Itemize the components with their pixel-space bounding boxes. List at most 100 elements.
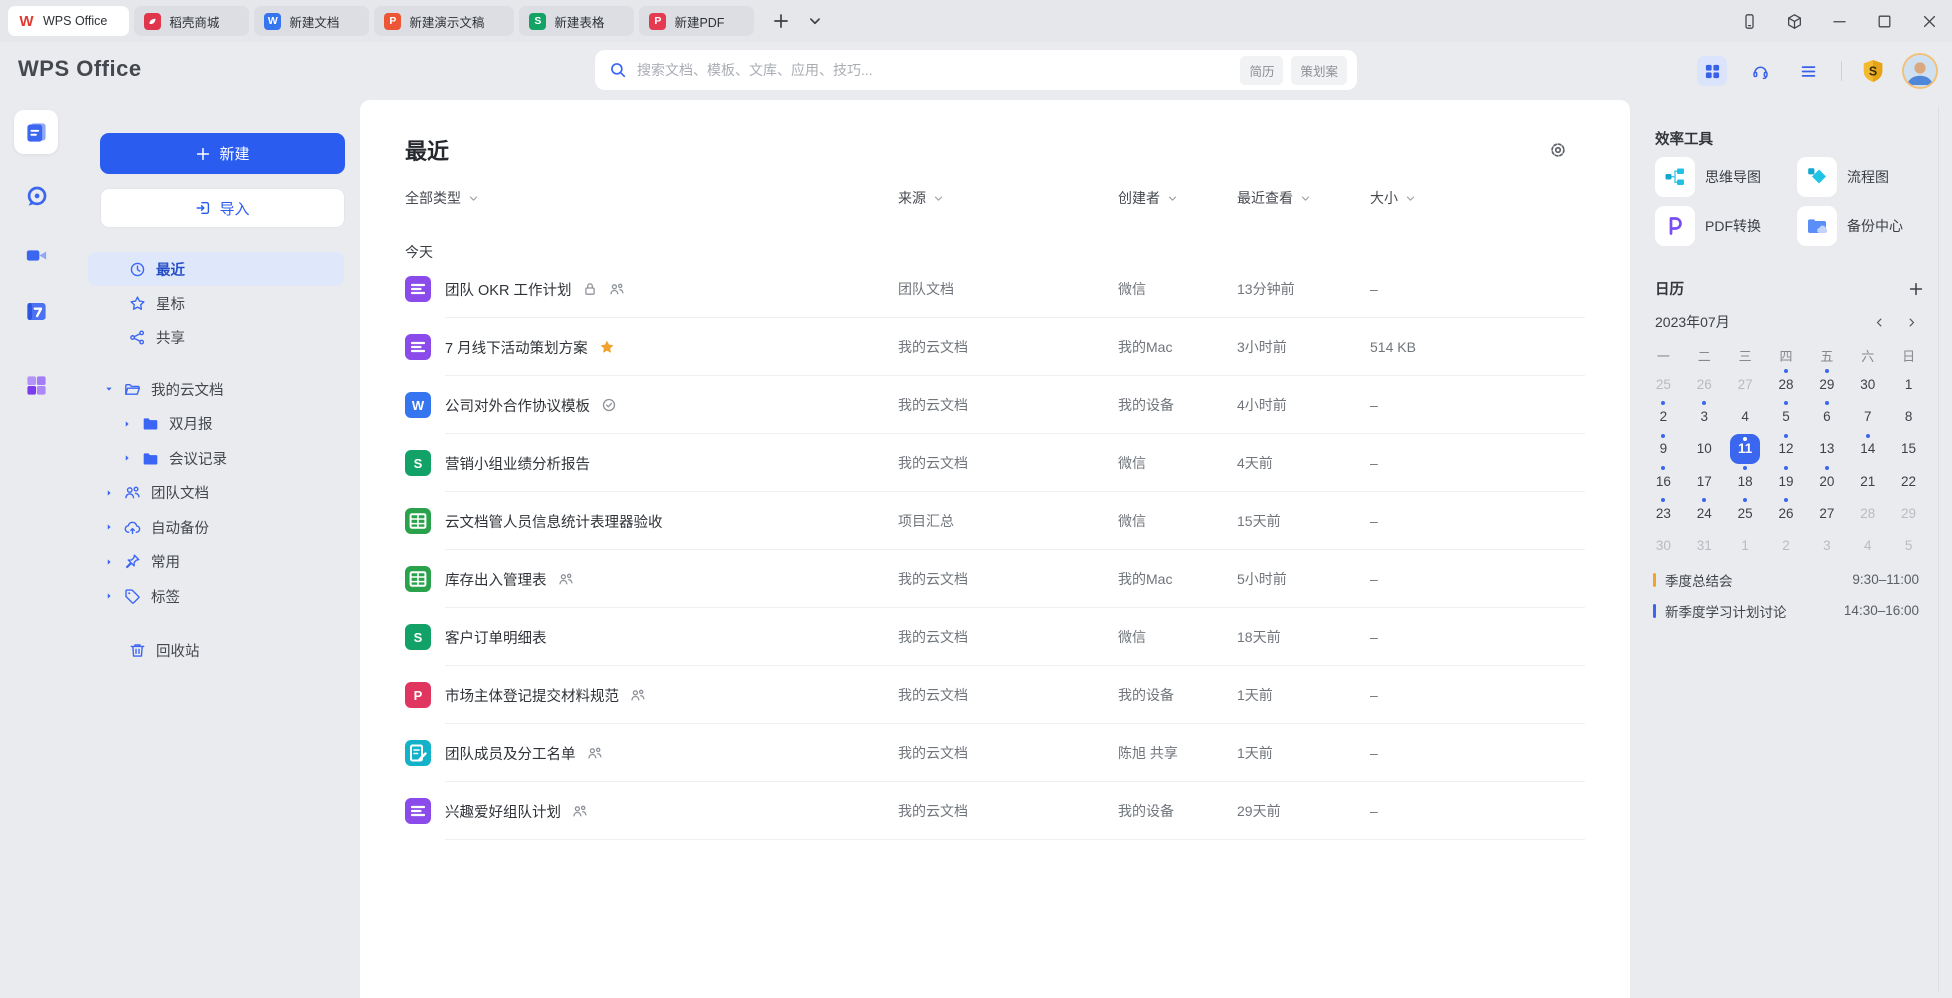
calendar-day[interactable]: 3: [1806, 529, 1847, 561]
file-row[interactable]: 团队 OKR 工作计划 团队文档 微信 13分钟前 –: [360, 260, 1630, 318]
tab-list-chevron[interactable]: [806, 12, 824, 30]
calendar-day[interactable]: 17: [1684, 465, 1725, 497]
search-input[interactable]: [637, 62, 1240, 78]
calendar-day[interactable]: 20: [1806, 465, 1847, 497]
calendar-day[interactable]: 6: [1806, 400, 1847, 432]
calendar-day[interactable]: 31: [1684, 529, 1725, 561]
file-row[interactable]: P 市场主体登记提交材料规范 我的云文档 我的设备 1天前 –: [360, 666, 1630, 724]
sidebar-item-auto-backup[interactable]: 自动备份: [88, 510, 344, 545]
caret-right-icon[interactable]: [122, 419, 132, 429]
calendar-day[interactable]: 8: [1888, 400, 1929, 432]
calendar-day[interactable]: 15: [1888, 433, 1929, 465]
apps-grid-button[interactable]: [1697, 56, 1727, 86]
search-suggestion-tag[interactable]: 简历: [1240, 56, 1283, 85]
calendar-event[interactable]: 季度总结会 9:30–11:00: [1653, 564, 1919, 595]
member-badge-icon[interactable]: S: [1860, 58, 1886, 84]
sidebar-item-starred[interactable]: 星标: [88, 286, 344, 320]
tool-flowchart[interactable]: 流程图: [1797, 157, 1903, 197]
filter-size[interactable]: 大小: [1370, 188, 1490, 208]
calendar-day[interactable]: 4: [1847, 529, 1888, 561]
mobile-link-icon[interactable]: [1741, 13, 1758, 30]
sidebar-item-frequent[interactable]: 常用: [88, 545, 344, 580]
calendar-day[interactable]: 26: [1766, 497, 1807, 529]
calendar-day[interactable]: 25: [1725, 497, 1766, 529]
calendar-day[interactable]: 27: [1725, 368, 1766, 400]
support-headset-button[interactable]: [1745, 56, 1775, 86]
calendar-day[interactable]: 28: [1847, 497, 1888, 529]
tab-wps[interactable]: W WPS Office: [8, 6, 129, 36]
file-row[interactable]: 团队成员及分工名单 我的云文档 陈旭 共享 1天前 –: [360, 724, 1630, 782]
calendar-day[interactable]: 29: [1806, 368, 1847, 400]
calendar-day[interactable]: 19: [1766, 465, 1807, 497]
calendar-day[interactable]: 22: [1888, 465, 1929, 497]
rail-item-documents[interactable]: [14, 110, 58, 154]
calendar-day[interactable]: 5: [1888, 529, 1929, 561]
minimize-button[interactable]: [1831, 13, 1848, 30]
calendar-day[interactable]: 4: [1725, 400, 1766, 432]
file-row[interactable]: 兴趣爱好组队计划 我的云文档 我的设备 29天前 –: [360, 782, 1630, 840]
calendar-day[interactable]: 1: [1888, 368, 1929, 400]
calendar-day[interactable]: 7: [1847, 400, 1888, 432]
menu-button[interactable]: [1793, 56, 1823, 86]
new-tab-button[interactable]: [772, 12, 790, 30]
filter-all-types[interactable]: 全部类型: [405, 188, 898, 208]
calendar-day[interactable]: 27: [1806, 497, 1847, 529]
search-suggestion-tag[interactable]: 策划案: [1291, 56, 1347, 85]
calendar-day[interactable]: 16: [1643, 465, 1684, 497]
sidebar-item-bimonthly-report[interactable]: 双月报: [88, 407, 344, 442]
file-row[interactable]: S 客户订单明细表 我的云文档 微信 18天前 –: [360, 608, 1630, 666]
rail-item-apps[interactable]: [14, 363, 58, 407]
caret-right-icon[interactable]: [122, 453, 132, 463]
filter-last-viewed[interactable]: 最近查看: [1237, 188, 1370, 208]
tab-ppt[interactable]: P 新建演示文稿: [374, 6, 514, 36]
caret-right-icon[interactable]: [104, 591, 114, 601]
file-row[interactable]: 云文档管人员信息统计表理器验收 项目汇总 微信 15天前 –: [360, 492, 1630, 550]
next-month-button[interactable]: [1905, 316, 1918, 329]
calendar-event[interactable]: 新季度学习计划讨论 14:30–16:00: [1653, 595, 1919, 626]
calendar-day[interactable]: 18: [1725, 465, 1766, 497]
maximize-button[interactable]: [1876, 13, 1893, 30]
caret-right-icon[interactable]: [104, 522, 114, 532]
calendar-day[interactable]: 5: [1766, 400, 1807, 432]
sidebar-item-meeting-notes[interactable]: 会议记录: [88, 441, 344, 476]
calendar-day[interactable]: 29: [1888, 497, 1929, 529]
calendar-day[interactable]: 25: [1643, 368, 1684, 400]
close-button[interactable]: [1921, 13, 1938, 30]
tool-pdf-convert[interactable]: PDF转换: [1655, 206, 1797, 246]
calendar-day[interactable]: 2: [1766, 529, 1807, 561]
sidebar-item-team-docs[interactable]: 团队文档: [88, 476, 344, 511]
file-row[interactable]: 库存出入管理表 我的云文档 我的Mac 5小时前 –: [360, 550, 1630, 608]
sidebar-item-recent[interactable]: 最近: [88, 252, 344, 286]
tool-backup-center[interactable]: 备份中心: [1797, 206, 1903, 246]
new-document-button[interactable]: 新建: [100, 133, 345, 174]
sidebar-item-tags[interactable]: 标签: [88, 579, 344, 614]
calendar-day[interactable]: 23: [1643, 497, 1684, 529]
calendar-day[interactable]: 13: [1806, 433, 1847, 465]
search-bar[interactable]: 简历策划案: [595, 50, 1357, 90]
calendar-day[interactable]: 14: [1847, 433, 1888, 465]
sidebar-item-trash[interactable]: 回收站: [88, 633, 344, 667]
calendar-day[interactable]: 26: [1684, 368, 1725, 400]
tab-docer[interactable]: 稻壳商城: [134, 6, 249, 36]
calendar-day[interactable]: 28: [1766, 368, 1807, 400]
file-row[interactable]: 7 月线下活动策划方案 我的云文档 我的Mac 3小时前 514 KB: [360, 318, 1630, 376]
calendar-day[interactable]: 24: [1684, 497, 1725, 529]
rail-item-meeting[interactable]: [14, 233, 58, 277]
settings-gear-icon[interactable]: [1548, 140, 1568, 160]
filter-source[interactable]: 来源: [898, 188, 1118, 208]
filter-creator[interactable]: 创建者: [1118, 188, 1237, 208]
tool-mindmap[interactable]: 思维导图: [1655, 157, 1797, 197]
calendar-day[interactable]: 12: [1766, 433, 1807, 465]
tab-pdf[interactable]: P 新建PDF: [639, 6, 754, 36]
rail-item-calendar[interactable]: [14, 289, 58, 333]
calendar-day[interactable]: 1: [1725, 529, 1766, 561]
tab-sheet[interactable]: S 新建表格: [519, 6, 634, 36]
file-row[interactable]: S 营销小组业绩分析报告 我的云文档 微信 4天前 –: [360, 434, 1630, 492]
calendar-day[interactable]: 10: [1684, 433, 1725, 465]
calendar-day[interactable]: 21: [1847, 465, 1888, 497]
calendar-day[interactable]: 3: [1684, 400, 1725, 432]
calendar-day[interactable]: 2: [1643, 400, 1684, 432]
workspace-icon[interactable]: [1786, 13, 1803, 30]
calendar-day[interactable]: 30: [1643, 529, 1684, 561]
file-row[interactable]: W 公司对外合作协议模板 我的云文档 我的设备 4小时前 –: [360, 376, 1630, 434]
